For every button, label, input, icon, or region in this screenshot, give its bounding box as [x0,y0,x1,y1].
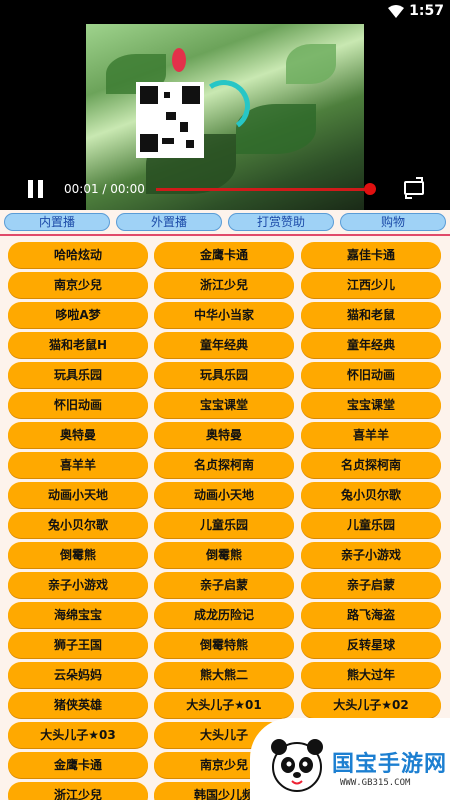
status-bar: 1:57 [0,0,450,24]
channel-button[interactable]: 熊大过年 [301,662,441,688]
channel-button[interactable]: 儿童乐园 [301,512,441,538]
channel-button[interactable]: 嘉佳卡通 [301,242,441,268]
progress-bar[interactable] [156,188,370,191]
channel-button[interactable]: 浙江少兒 [8,782,148,800]
channel-button[interactable]: 哆啦A梦 [8,302,148,328]
tab-donate[interactable]: 打赏赞助 [228,213,334,231]
channel-button[interactable]: 猫和老鼠H [8,332,148,358]
channel-button[interactable]: 儿童乐园 [154,512,294,538]
tab-shopping[interactable]: 购物 [340,213,446,231]
playback-time: 00:01 / 00:00 [64,182,145,196]
channel-button[interactable]: 倒霉熊 [8,542,148,568]
channel-button[interactable]: 怀旧动画 [301,362,441,388]
channel-button[interactable]: 猫和老鼠 [301,302,441,328]
channel-button[interactable]: 兔小贝尔歌 [301,482,441,508]
channel-button[interactable]: 玩具乐园 [154,362,294,388]
channel-button[interactable]: 亲子小游戏 [8,572,148,598]
wifi-icon [388,5,404,18]
channel-button[interactable]: 猪侠英雄 [8,692,148,718]
channel-button[interactable]: 名贞探柯南 [301,452,441,478]
channel-button[interactable]: 童年经典 [301,332,441,358]
channel-button[interactable]: 狮子王国 [8,632,148,658]
video-player[interactable]: 00:01 / 00:00 [0,24,450,210]
channel-button[interactable]: 大头儿子★02 [301,692,441,718]
tab-external-player[interactable]: 外置播 [116,213,222,231]
channel-button[interactable]: 亲子启蒙 [301,572,441,598]
channel-button[interactable]: 大头儿子★03 [8,722,148,748]
qr-code [136,82,204,158]
rotate-screen-icon[interactable] [402,176,426,200]
channel-button[interactable]: 南京少兒 [8,272,148,298]
channel-button[interactable]: 哈哈炫动 [8,242,148,268]
channel-button[interactable]: 名贞探柯南 [154,452,294,478]
channel-button[interactable]: 金鹰卡通 [154,242,294,268]
channel-button[interactable]: 反转星球 [301,632,441,658]
channel-button[interactable]: 喜羊羊 [8,452,148,478]
channel-button[interactable]: 宝宝课堂 [154,392,294,418]
channel-button[interactable]: 路飞海盗 [301,602,441,628]
channel-button[interactable]: 熊大熊二 [154,662,294,688]
channel-button[interactable]: 怀旧动画 [8,392,148,418]
watermark-name: 国宝手游网 [332,752,448,777]
progress-thumb[interactable] [364,183,376,195]
channel-button[interactable]: 成龙历险记 [154,602,294,628]
channel-button[interactable]: 海绵宝宝 [8,602,148,628]
channel-button[interactable]: 中华小当家 [154,302,294,328]
channel-button[interactable]: 亲子启蒙 [154,572,294,598]
channel-button[interactable]: 浙江少兒 [154,272,294,298]
channel-button[interactable]: 倒霉熊 [154,542,294,568]
channel-grid: 哈哈炫动 金鹰卡通 嘉佳卡通 南京少兒 浙江少兒 江西少儿 哆啦A梦 中华小当家 猫和老鼠 猫和老… [0,239,450,800]
channel-button[interactable]: 动画小天地 [154,482,294,508]
channel-button[interactable]: 宝宝课堂 [301,392,441,418]
channel-button[interactable]: 金鹰卡通 [8,752,148,778]
panda-logo-icon [271,739,323,792]
channel-button[interactable]: 大头儿子★01 [154,692,294,718]
channel-button[interactable]: 奥特曼 [154,422,294,448]
tab-internal-player[interactable]: 内置播 [4,213,110,231]
channel-button[interactable]: 喜羊羊 [301,422,441,448]
channel-button[interactable]: 倒霉特熊 [154,632,294,658]
channel-button[interactable]: 玩具乐园 [8,362,148,388]
channel-button[interactable]: 动画小天地 [8,482,148,508]
clock: 1:57 [409,3,444,19]
channel-button[interactable]: 江西少儿 [301,272,441,298]
channel-button[interactable]: 童年经典 [154,332,294,358]
tab-bar: 内置播 外置播 打赏赞助 购物 [0,210,450,236]
channel-button[interactable]: 兔小贝尔歌 [8,512,148,538]
channel-button[interactable]: 亲子小游戏 [301,542,441,568]
watermark-url: WWW.GB315.COM [340,778,411,788]
pause-button[interactable] [28,180,44,198]
channel-button[interactable]: 奥特曼 [8,422,148,448]
channel-button[interactable]: 云朵妈妈 [8,662,148,688]
